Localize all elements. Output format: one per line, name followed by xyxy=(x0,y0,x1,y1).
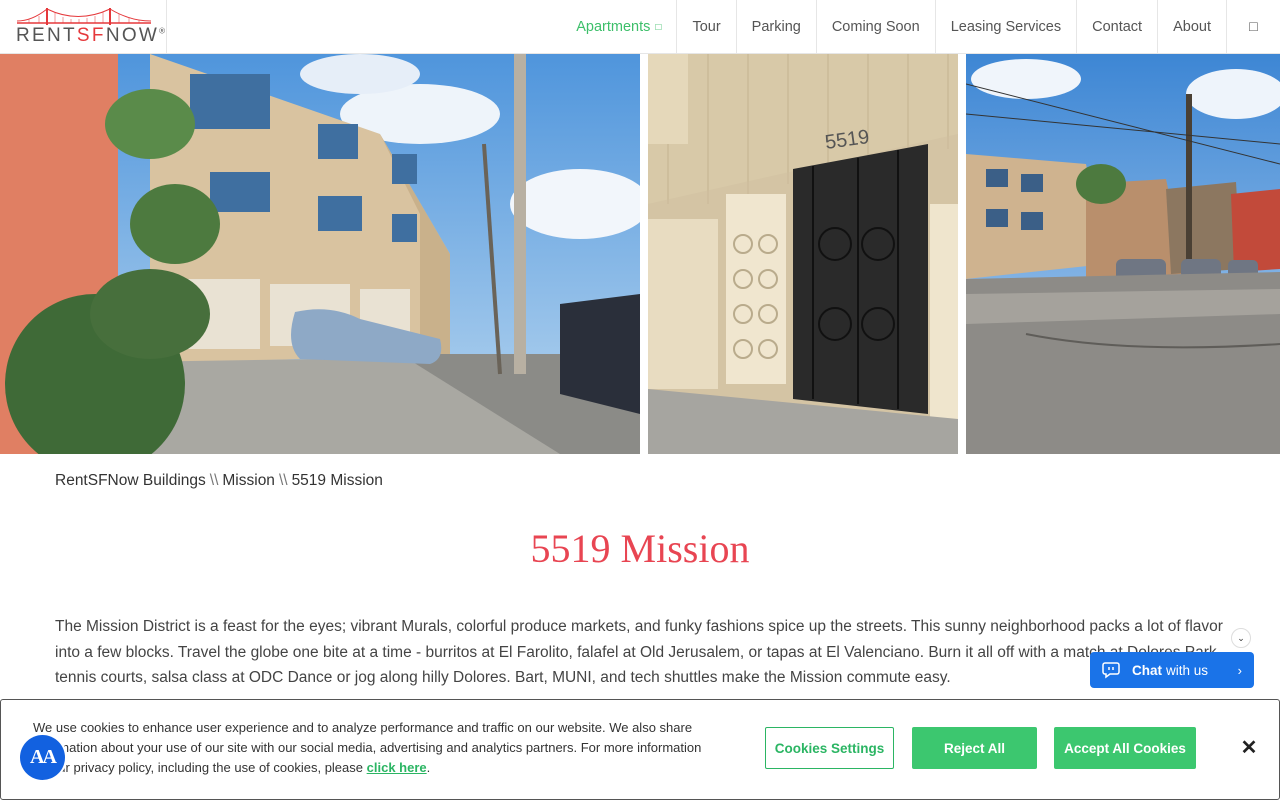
nav-coming-soon[interactable]: Coming Soon xyxy=(815,0,935,54)
breadcrumb-separator: \\ xyxy=(209,472,219,489)
chat-collapse-button[interactable]: ⌄ xyxy=(1231,628,1251,648)
building-entrance-photo: 5519 xyxy=(648,54,958,454)
gallery-photo-street[interactable] xyxy=(966,54,1280,454)
building-street-photo xyxy=(0,54,640,454)
gallery-photo-entrance[interactable]: 5519 xyxy=(648,54,958,454)
chat-label: with us xyxy=(1166,662,1209,678)
page-title: 5519 Mission xyxy=(530,526,750,571)
site-logo[interactable]: RENTSFNOW® xyxy=(0,0,167,54)
breadcrumb: RentSFNow Buildings \\ Mission \\ 5519 Missi… xyxy=(55,472,383,490)
nav-about-label: About xyxy=(1173,19,1211,35)
chat-bubble-icon xyxy=(1102,662,1120,679)
nav-parking[interactable]: Parking xyxy=(735,0,816,54)
nav-tour[interactable]: Tour xyxy=(676,0,735,54)
search-button[interactable]: □ xyxy=(1226,0,1280,54)
chevron-down-icon: □ xyxy=(655,21,662,33)
logo-text: RENTSFNOW® xyxy=(16,25,166,46)
nav-contact[interactable]: Contact xyxy=(1076,0,1157,54)
breadcrumb-current: 5519 Mission xyxy=(291,472,383,489)
chat-button[interactable]: Chat with us › xyxy=(1090,652,1254,688)
close-icon[interactable]: ✕ xyxy=(1238,736,1260,759)
reject-all-button[interactable]: Reject All xyxy=(912,727,1037,769)
gallery-photo-building[interactable] xyxy=(0,54,640,454)
nav-leasing-services-label: Leasing Services xyxy=(950,19,1062,35)
nav-apartments[interactable]: Apartments □ xyxy=(561,0,676,54)
nav-contact-label: Contact xyxy=(1092,19,1143,35)
street-view-photo xyxy=(966,54,1280,454)
main-nav: Apartments □ Tour Parking Coming Soon Le… xyxy=(561,0,1280,54)
cookie-policy-text: We use cookies to enhance user experienc… xyxy=(33,718,713,778)
breadcrumb-mission[interactable]: Mission xyxy=(222,472,275,489)
chevron-down-icon: ⌄ xyxy=(1237,632,1245,643)
breadcrumb-buildings[interactable]: RentSFNow Buildings xyxy=(55,472,206,489)
building-description: The Mission District is a feast for the … xyxy=(55,618,1223,686)
chevron-right-icon: › xyxy=(1237,662,1242,678)
accessibility-button[interactable]: AA xyxy=(20,735,65,780)
nav-parking-label: Parking xyxy=(751,19,801,35)
cookie-text-suffix: . xyxy=(426,760,431,775)
cookie-policy-link[interactable]: click here xyxy=(367,760,427,775)
cookie-banner: We use cookies to enhance user experienc… xyxy=(0,699,1280,800)
nav-about[interactable]: About xyxy=(1157,0,1226,54)
nav-coming-soon-label: Coming Soon xyxy=(831,19,920,35)
accept-all-cookies-button[interactable]: Accept All Cookies xyxy=(1054,727,1196,769)
chat-label-bold: Chat xyxy=(1132,662,1162,678)
photo-gallery: 5519 xyxy=(0,54,1280,454)
nav-apartments-label: Apartments xyxy=(576,19,651,35)
breadcrumb-separator: \\ xyxy=(278,472,288,489)
cookies-settings-button[interactable]: Cookies Settings xyxy=(765,727,894,769)
nav-tour-label: Tour xyxy=(692,19,721,35)
nav-leasing-services[interactable]: Leasing Services xyxy=(934,0,1076,54)
site-header: RENTSFNOW® Apartments □ Tour Parking Com… xyxy=(0,0,1280,54)
search-icon: □ xyxy=(1249,19,1258,35)
